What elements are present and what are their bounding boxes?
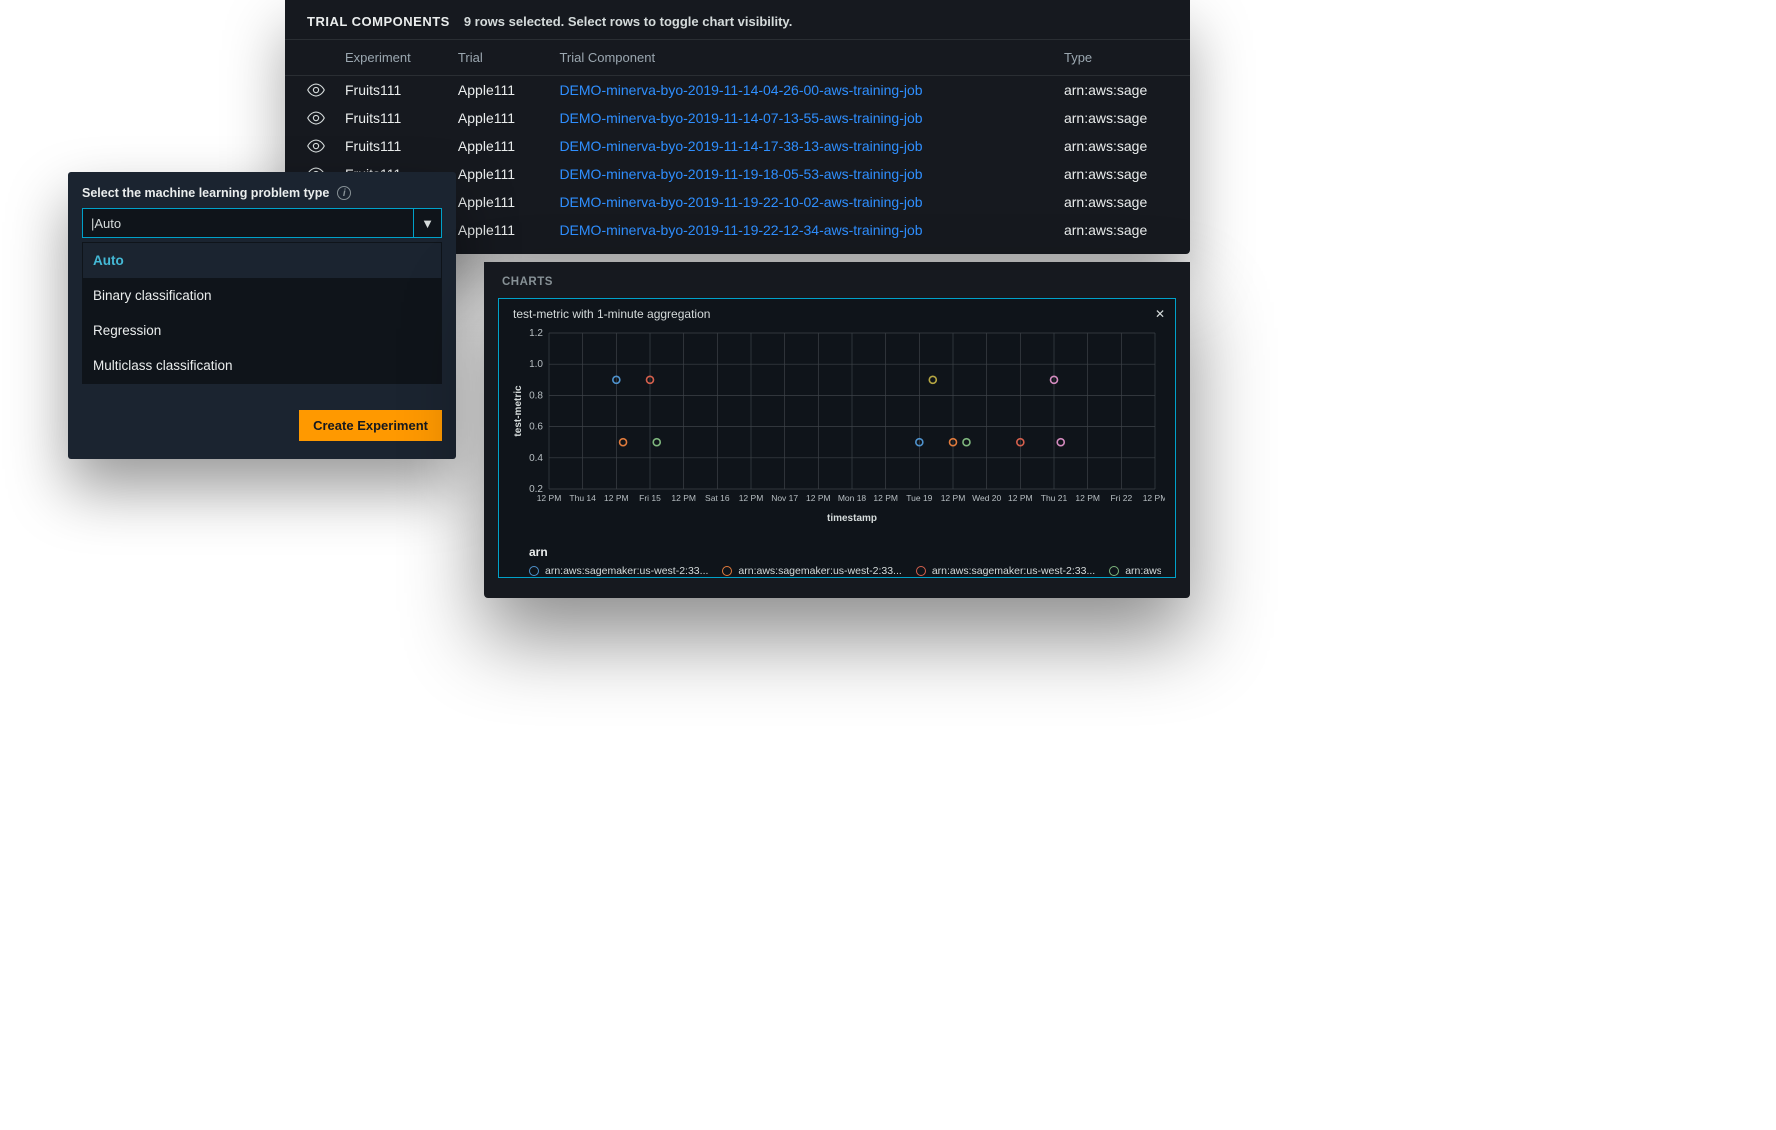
cell-type: arn:aws:sage	[1054, 216, 1190, 244]
legend-swatch-icon	[529, 566, 539, 576]
legend-swatch-icon	[1109, 566, 1119, 576]
svg-text:Wed 20: Wed 20	[972, 493, 1001, 503]
visibility-eye-icon[interactable]	[285, 104, 335, 132]
svg-text:timestamp: timestamp	[827, 513, 877, 524]
cell-trial-component-link[interactable]: DEMO-minerva-byo-2019-11-14-04-26-00-aws…	[549, 76, 1054, 105]
cell-experiment: Fruits111	[335, 76, 448, 105]
problem-type-selected-value: |Auto	[91, 216, 121, 231]
cell-type: arn:aws:sage	[1054, 160, 1190, 188]
svg-text:0.4: 0.4	[529, 453, 543, 464]
svg-text:12 PM: 12 PM	[873, 493, 898, 503]
svg-text:Mon 18: Mon 18	[838, 493, 867, 503]
table-row[interactable]: Fruits111Apple111DEMO-minerva-byo-2019-1…	[285, 132, 1190, 160]
charts-panel: CHARTS test-metric with 1-minute aggrega…	[484, 262, 1190, 598]
legend-item-label: arn:aws:sagemaker:us-west-2:33...	[932, 565, 1095, 577]
svg-text:Tue 19: Tue 19	[906, 493, 932, 503]
visibility-eye-icon[interactable]	[285, 132, 335, 160]
visibility-eye-icon[interactable]	[285, 76, 335, 105]
cell-trial: Apple111	[448, 104, 550, 132]
cell-trial: Apple111	[448, 216, 550, 244]
problem-type-label: Select the machine learning problem type	[82, 186, 329, 200]
svg-text:Nov 17: Nov 17	[771, 493, 798, 503]
svg-text:1.0: 1.0	[529, 359, 543, 370]
legend-item-label: arn:aws:sagemaker:us-west-2:33...	[1125, 565, 1161, 577]
svg-text:Fri 22: Fri 22	[1110, 493, 1132, 503]
option-auto[interactable]: Auto	[83, 243, 441, 278]
legend-items: arn:aws:sagemaker:us-west-2:33... arn:aws…	[529, 565, 1161, 577]
svg-text:12 PM: 12 PM	[941, 493, 966, 503]
option-regression[interactable]: Regression	[83, 313, 441, 348]
legend-swatch-icon	[722, 566, 732, 576]
cell-type: arn:aws:sage	[1054, 104, 1190, 132]
svg-text:12 PM: 12 PM	[806, 493, 831, 503]
cell-trial: Apple111	[448, 188, 550, 216]
svg-text:Sat 16: Sat 16	[705, 493, 730, 503]
svg-text:12 PM: 12 PM	[537, 493, 562, 503]
cell-trial-component-link[interactable]: DEMO-minerva-byo-2019-11-14-17-38-13-aws…	[549, 132, 1054, 160]
legend-item[interactable]: arn:aws:sagemaker:us-west-2:33...	[722, 565, 901, 577]
legend-item-label: arn:aws:sagemaker:us-west-2:33...	[738, 565, 901, 577]
legend-title: arn	[529, 545, 1161, 559]
cell-trial: Apple111	[448, 76, 550, 105]
col-trial-component[interactable]: Trial Component	[549, 40, 1054, 76]
col-trial[interactable]: Trial	[448, 40, 550, 76]
problem-type-select[interactable]: |Auto ▼	[82, 208, 442, 238]
cell-trial: Apple111	[448, 160, 550, 188]
option-multiclass[interactable]: Multiclass classification	[83, 348, 441, 383]
cell-type: arn:aws:sage	[1054, 76, 1190, 105]
svg-text:12 PM: 12 PM	[1143, 493, 1165, 503]
cell-trial-component-link[interactable]: DEMO-minerva-byo-2019-11-19-18-05-53-aws…	[549, 160, 1054, 188]
problem-type-popover: Select the machine learning problem type…	[68, 172, 456, 459]
chart-card-title: test-metric with 1-minute aggregation	[513, 307, 710, 321]
legend-swatch-icon	[916, 566, 926, 576]
table-row[interactable]: Fruits111Apple111DEMO-minerva-byo-2019-1…	[285, 76, 1190, 105]
svg-text:12 PM: 12 PM	[604, 493, 629, 503]
legend-item-label: arn:aws:sagemaker:us-west-2:33...	[545, 565, 708, 577]
cell-trial-component-link[interactable]: DEMO-minerva-byo-2019-11-19-22-12-34-aws…	[549, 216, 1054, 244]
cell-trial-component-link[interactable]: DEMO-minerva-byo-2019-11-19-22-10-02-aws…	[549, 188, 1054, 216]
info-icon[interactable]: i	[337, 186, 351, 200]
chevron-down-icon: ▼	[413, 209, 441, 237]
problem-type-dropdown: Auto Binary classification Regression Mu…	[82, 242, 442, 384]
trial-components-title: TRIAL COMPONENTS	[307, 14, 450, 29]
cell-trial-component-link[interactable]: DEMO-minerva-byo-2019-11-14-07-13-55-aws…	[549, 104, 1054, 132]
chart-card: test-metric with 1-minute aggregation ✕ …	[498, 298, 1176, 578]
svg-text:0.8: 0.8	[529, 390, 543, 401]
trial-components-subtitle: 9 rows selected. Select rows to toggle c…	[464, 14, 792, 29]
legend-item[interactable]: arn:aws:sagemaker:us-west-2:33...	[529, 565, 708, 577]
option-binary[interactable]: Binary classification	[83, 278, 441, 313]
cell-type: arn:aws:sage	[1054, 188, 1190, 216]
svg-text:1.2: 1.2	[529, 328, 543, 339]
cell-trial: Apple111	[448, 132, 550, 160]
svg-text:12 PM: 12 PM	[739, 493, 764, 503]
svg-text:Thu 21: Thu 21	[1041, 493, 1068, 503]
create-experiment-button[interactable]: Create Experiment	[299, 410, 442, 441]
svg-text:Thu 14: Thu 14	[569, 493, 596, 503]
svg-text:12 PM: 12 PM	[1008, 493, 1033, 503]
col-experiment[interactable]: Experiment	[335, 40, 448, 76]
legend-item[interactable]: arn:aws:sagemaker:us-west-2:33...	[1109, 565, 1161, 577]
svg-text:12 PM: 12 PM	[1075, 493, 1100, 503]
table-row[interactable]: Fruits111Apple111DEMO-minerva-byo-2019-1…	[285, 104, 1190, 132]
chart-plot-area[interactable]: 0.20.40.60.81.01.212 PMThu 1412 PMFri 15…	[509, 327, 1165, 527]
legend-item[interactable]: arn:aws:sagemaker:us-west-2:33...	[916, 565, 1095, 577]
col-type[interactable]: Type	[1054, 40, 1190, 76]
close-icon[interactable]: ✕	[1155, 307, 1165, 321]
svg-text:Fri 15: Fri 15	[639, 493, 661, 503]
cell-experiment: Fruits111	[335, 104, 448, 132]
svg-text:test-metric: test-metric	[513, 385, 524, 437]
svg-text:12 PM: 12 PM	[671, 493, 696, 503]
cell-type: arn:aws:sage	[1054, 132, 1190, 160]
charts-panel-title: CHARTS	[484, 262, 1190, 298]
cell-experiment: Fruits111	[335, 132, 448, 160]
svg-text:0.6: 0.6	[529, 422, 543, 433]
